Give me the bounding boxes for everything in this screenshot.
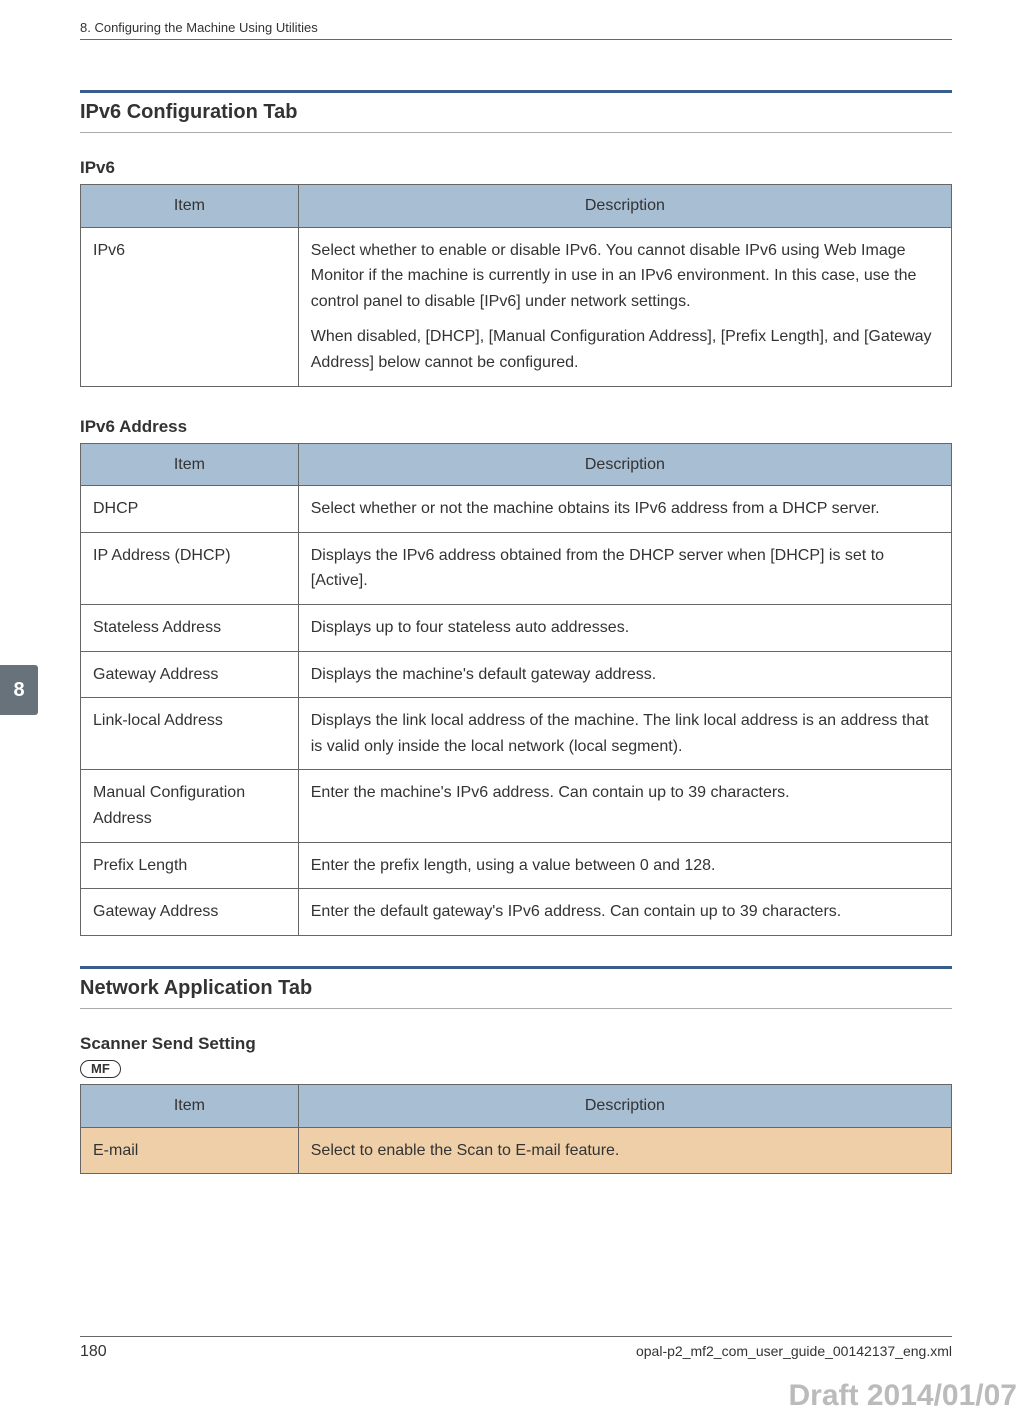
chapter-title: 8. Configuring the Machine Using Utiliti…: [80, 20, 318, 35]
scanner-send-title: Scanner Send Setting: [80, 1034, 952, 1054]
cell-item: Gateway Address: [81, 651, 299, 698]
desc-paragraph: When disabled, [DHCP], [Manual Configura…: [311, 324, 939, 375]
header-divider: [80, 39, 952, 40]
draft-watermark: Draft 2014/01/07: [789, 1379, 1018, 1413]
table-row: IPv6 Select whether to enable or disable…: [81, 227, 952, 386]
cell-desc: Enter the prefix length, using a value b…: [298, 842, 951, 889]
table-header-row: Item Description: [81, 185, 952, 228]
scanner-send-table: Item Description E-mail Select to enable…: [80, 1084, 952, 1174]
table-header-item: Item: [81, 443, 299, 486]
cell-item: IPv6: [81, 227, 299, 386]
table-row: DHCP Select whether or not the machine o…: [81, 486, 952, 533]
page-header: 8. Configuring the Machine Using Utiliti…: [80, 0, 952, 40]
cell-desc: Select whether to enable or disable IPv6…: [298, 227, 951, 386]
cell-desc: Select whether or not the machine obtain…: [298, 486, 951, 533]
table-header-description: Description: [298, 1084, 951, 1127]
ipv6-table-title: IPv6: [80, 158, 952, 178]
ipv6-address-table: Item Description DHCP Select whether or …: [80, 443, 952, 936]
table-header-description: Description: [298, 443, 951, 486]
cell-item: IP Address (DHCP): [81, 532, 299, 604]
table-row: Stateless Address Displays up to four st…: [81, 604, 952, 651]
cell-item: Prefix Length: [81, 842, 299, 889]
table-row: E-mail Select to enable the Scan to E-ma…: [81, 1127, 952, 1174]
table-header-item: Item: [81, 1084, 299, 1127]
cell-desc: Displays the link local address of the m…: [298, 698, 951, 770]
cell-item: Link-local Address: [81, 698, 299, 770]
table-row: Manual Configuration Address Enter the m…: [81, 770, 952, 842]
table-header-row: Item Description: [81, 443, 952, 486]
cell-item: Manual Configuration Address: [81, 770, 299, 842]
cell-desc: Enter the default gateway's IPv6 address…: [298, 889, 951, 936]
section-heading-network-app: Network Application Tab: [80, 966, 952, 1009]
cell-item: E-mail: [81, 1127, 299, 1174]
footer-divider: [80, 1336, 952, 1337]
page-footer: 180 opal-p2_mf2_com_user_guide_00142137_…: [80, 1336, 952, 1361]
mf-badge: MF: [80, 1060, 121, 1078]
table-row: Gateway Address Enter the default gatewa…: [81, 889, 952, 936]
cell-item: Stateless Address: [81, 604, 299, 651]
table-header-description: Description: [298, 185, 951, 228]
cell-desc: Enter the machine's IPv6 address. Can co…: [298, 770, 951, 842]
cell-item: Gateway Address: [81, 889, 299, 936]
table-row: Link-local Address Displays the link loc…: [81, 698, 952, 770]
page-content: 8. Configuring the Machine Using Utiliti…: [0, 0, 1032, 1421]
cell-desc: Select to enable the Scan to E-mail feat…: [298, 1127, 951, 1174]
desc-paragraph: Select whether to enable or disable IPv6…: [311, 238, 939, 315]
table-header-item: Item: [81, 185, 299, 228]
page-number: 180: [80, 1343, 107, 1361]
cell-desc: Displays the IPv6 address obtained from …: [298, 532, 951, 604]
ipv6-address-table-title: IPv6 Address: [80, 417, 952, 437]
section-heading-ipv6-config: IPv6 Configuration Tab: [80, 90, 952, 133]
table-row: IP Address (DHCP) Displays the IPv6 addr…: [81, 532, 952, 604]
table-row: Gateway Address Displays the machine's d…: [81, 651, 952, 698]
cell-item: DHCP: [81, 486, 299, 533]
footer-filename: opal-p2_mf2_com_user_guide_00142137_eng.…: [636, 1343, 952, 1361]
ipv6-table: Item Description IPv6 Select whether to …: [80, 184, 952, 387]
cell-desc: Displays up to four stateless auto addre…: [298, 604, 951, 651]
table-header-row: Item Description: [81, 1084, 952, 1127]
table-row: Prefix Length Enter the prefix length, u…: [81, 842, 952, 889]
cell-desc: Displays the machine's default gateway a…: [298, 651, 951, 698]
